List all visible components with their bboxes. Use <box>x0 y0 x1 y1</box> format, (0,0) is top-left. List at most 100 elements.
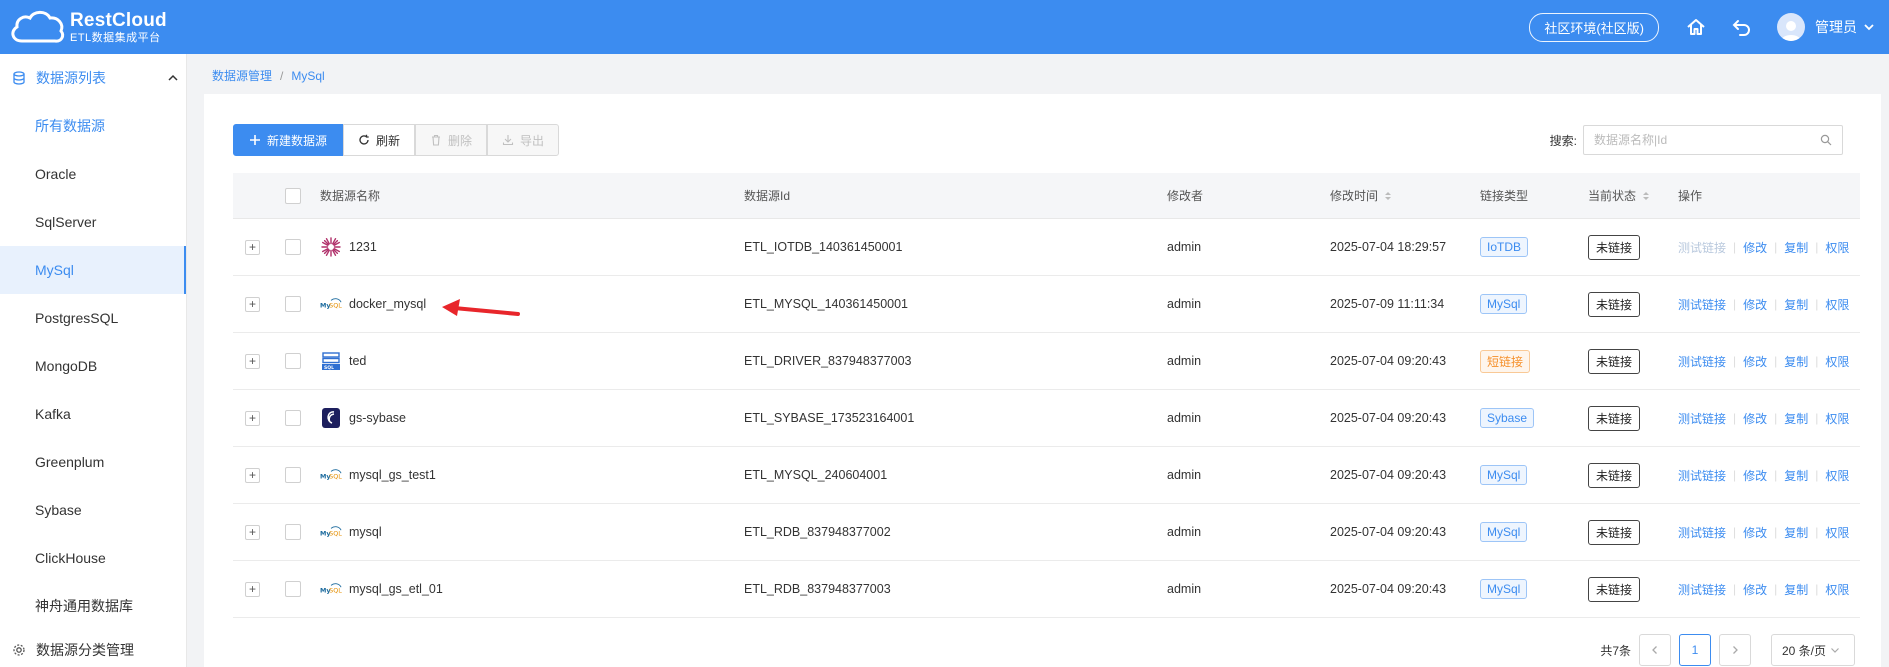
datasource-name-cell[interactable]: My SQL mysql <box>320 521 382 543</box>
datasource-name-cell[interactable]: My SQL mysql_gs_test1 <box>320 464 436 486</box>
expand-row-button[interactable]: + <box>245 410 260 426</box>
cloud-logo-icon <box>11 10 65 43</box>
sidebar-item-oracle[interactable]: Oracle <box>0 150 186 198</box>
datasource-name-cell[interactable]: 1231 <box>320 236 377 258</box>
test-connection-link[interactable]: 测试链接 <box>1678 524 1726 541</box>
edit-link[interactable]: 修改 <box>1743 524 1767 541</box>
home-icon[interactable] <box>1685 16 1707 38</box>
sidebar-item-postgressql[interactable]: PostgresSQL <box>0 294 186 342</box>
sidebar-item-clickhouse[interactable]: ClickHouse <box>0 534 186 582</box>
next-page-button[interactable] <box>1719 634 1751 666</box>
row-checkbox[interactable] <box>285 581 301 597</box>
sidebar-item-kafka[interactable]: Kafka <box>0 390 186 438</box>
copy-link[interactable]: 复制 <box>1784 239 1808 256</box>
row-checkbox[interactable] <box>285 410 301 426</box>
copy-link[interactable]: 复制 <box>1784 410 1808 427</box>
permission-link[interactable]: 权限 <box>1825 410 1849 427</box>
sidebar-item-sqlserver[interactable]: SqlServer <box>0 198 186 246</box>
environment-badge[interactable]: 社区环境(社区版) <box>1529 12 1659 42</box>
status-cell: 未链接 <box>1588 405 1641 431</box>
header-status-cell[interactable]: 当前状态 <box>1588 187 1650 204</box>
search-icon[interactable] <box>1820 134 1832 146</box>
new-datasource-button[interactable]: 新建数据源 <box>233 124 344 156</box>
export-button[interactable]: 导出 <box>487 124 560 156</box>
edit-link[interactable]: 修改 <box>1743 410 1767 427</box>
edit-link[interactable]: 修改 <box>1743 239 1767 256</box>
back-icon[interactable] <box>1731 16 1753 38</box>
row-checkbox[interactable] <box>285 239 301 255</box>
expand-row-button[interactable]: + <box>245 467 260 483</box>
copy-link[interactable]: 复制 <box>1784 581 1808 598</box>
type-cell: Sybase <box>1480 408 1535 428</box>
mysql-icon: My SQL <box>320 464 342 486</box>
expand-row-button[interactable]: + <box>245 296 260 312</box>
test-connection-link[interactable]: 测试链接 <box>1678 581 1726 598</box>
select-all-checkbox[interactable] <box>285 187 301 204</box>
datasource-name-cell[interactable]: gs-sybase <box>320 407 406 429</box>
copy-link[interactable]: 复制 <box>1784 296 1808 313</box>
test-connection-link[interactable]: 测试链接 <box>1678 353 1726 370</box>
datasource-name-cell[interactable]: SQL ted <box>320 350 366 372</box>
delete-button[interactable]: 删除 <box>415 124 488 156</box>
test-connection-link[interactable]: 测试链接 <box>1678 410 1726 427</box>
page-button-current[interactable]: 1 <box>1679 634 1711 666</box>
sidebar-item-shenzhou[interactable]: 神舟通用数据库 <box>0 582 186 630</box>
sidebar-item-all[interactable]: 所有数据源 <box>0 102 186 150</box>
datasource-name-cell[interactable]: My SQL docker_mysql <box>320 293 426 315</box>
row-checkbox[interactable] <box>285 524 301 540</box>
expand-row-button[interactable]: + <box>245 353 260 369</box>
datasource-name: gs-sybase <box>349 411 406 425</box>
chevron-down-icon[interactable] <box>1863 21 1875 33</box>
copy-link[interactable]: 复制 <box>1784 524 1808 541</box>
sort-icon[interactable] <box>1642 190 1650 202</box>
sidebar-item-greenplum[interactable]: Greenplum <box>0 438 186 486</box>
user-avatar[interactable] <box>1777 13 1805 41</box>
divider: | <box>1774 354 1778 368</box>
expand-row-button[interactable]: + <box>245 524 260 540</box>
divider: | <box>1774 411 1778 425</box>
edit-link[interactable]: 修改 <box>1743 467 1767 484</box>
permission-link[interactable]: 权限 <box>1825 353 1849 370</box>
page-size-select[interactable]: 20 条/页 <box>1771 634 1855 666</box>
user-name[interactable]: 管理员 <box>1815 17 1857 37</box>
permission-link[interactable]: 权限 <box>1825 467 1849 484</box>
edit-link[interactable]: 修改 <box>1743 581 1767 598</box>
refresh-label: 刷新 <box>376 133 401 148</box>
gear-icon <box>13 644 25 656</box>
test-connection-link[interactable]: 测试链接 <box>1678 239 1726 256</box>
row-checkbox[interactable] <box>285 353 301 369</box>
type-cell: MySql <box>1480 465 1528 485</box>
sidebar: 数据源列表 所有数据源 Oracle SqlServer MySql Postg… <box>0 54 187 667</box>
permission-link[interactable]: 权限 <box>1825 581 1849 598</box>
search-input[interactable] <box>1594 133 1814 147</box>
test-connection-link[interactable]: 测试链接 <box>1678 467 1726 484</box>
status-cell: 未链接 <box>1588 519 1641 545</box>
sidebar-item-sybase[interactable]: Sybase <box>0 486 186 534</box>
status-cell: 未链接 <box>1588 291 1641 317</box>
breadcrumb-root[interactable]: 数据源管理 <box>212 67 272 84</box>
edit-link[interactable]: 修改 <box>1743 353 1767 370</box>
permission-link[interactable]: 权限 <box>1825 524 1849 541</box>
sidebar-item-mongodb[interactable]: MongoDB <box>0 342 186 390</box>
permission-link[interactable]: 权限 <box>1825 239 1849 256</box>
test-connection-link[interactable]: 测试链接 <box>1678 296 1726 313</box>
row-checkbox[interactable] <box>285 467 301 483</box>
refresh-button[interactable]: 刷新 <box>343 124 416 156</box>
chevron-up-icon[interactable] <box>166 71 180 85</box>
sort-icon[interactable] <box>1384 190 1392 202</box>
copy-link[interactable]: 复制 <box>1784 353 1808 370</box>
sidebar-item-category-management[interactable]: 数据源分类管理 <box>0 630 186 667</box>
expand-row-button[interactable]: + <box>245 239 260 255</box>
permission-link[interactable]: 权限 <box>1825 296 1849 313</box>
datasource-name-cell[interactable]: My SQL mysql_gs_etl_01 <box>320 578 443 600</box>
expand-icon: + <box>245 239 260 255</box>
prev-page-button[interactable] <box>1639 634 1671 666</box>
sidebar-item-mysql[interactable]: MySql <box>0 246 186 294</box>
header-time-cell[interactable]: 修改时间 <box>1330 187 1392 204</box>
logo[interactable]: RestCloud ETL数据集成平台 <box>8 7 167 47</box>
sidebar-section-datasources[interactable]: 数据源列表 <box>0 54 186 102</box>
copy-link[interactable]: 复制 <box>1784 467 1808 484</box>
expand-row-button[interactable]: + <box>245 581 260 597</box>
edit-link[interactable]: 修改 <box>1743 296 1767 313</box>
row-checkbox[interactable] <box>285 296 301 312</box>
